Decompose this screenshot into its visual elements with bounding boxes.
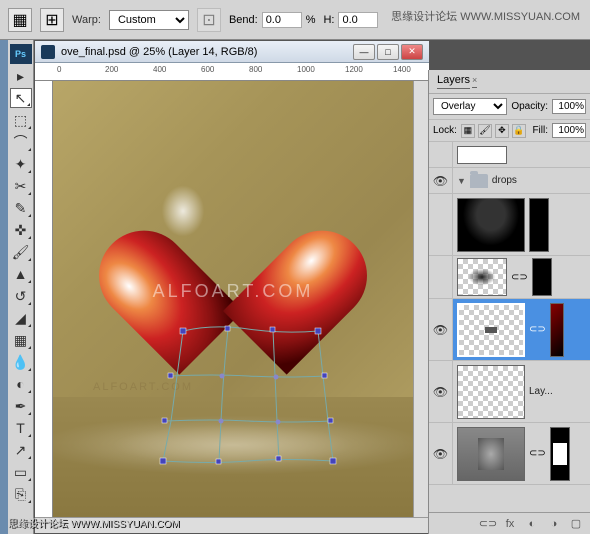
opacity-label: Opacity: [511, 101, 548, 112]
link-layers-icon[interactable]: ⊂⊃ [480, 516, 496, 532]
lock-position-icon[interactable]: ✥ [495, 124, 509, 138]
warp-transform-grid[interactable] [163, 326, 333, 466]
link-icon[interactable]: ⊂⊃ [511, 272, 528, 283]
expand-icon[interactable]: ▸ [10, 66, 32, 86]
path-tool[interactable]: ↗ [10, 440, 32, 460]
eyedropper-tool[interactable]: ✎ [10, 198, 32, 218]
tools-panel: Ps ▸ ↖ ⬚ ⌒ ✦ ✂ ✎ ✜ 🖌 ▲ ↺ ◢ ▦ 💧 ◐ ✒ T ↗ ▭… [8, 40, 34, 534]
transform-icon[interactable]: ▦ [8, 8, 32, 32]
layer-thumbnail[interactable] [457, 427, 525, 481]
layers-list[interactable]: 👁 ▼ drops ⊂⊃ 👁 [429, 142, 590, 512]
visibility-eye-icon[interactable]: 👁 [433, 174, 448, 188]
stamp-tool[interactable]: ▲ [10, 264, 32, 284]
fill-input[interactable] [552, 123, 586, 138]
layer-row[interactable]: 👁 Lay... [429, 361, 590, 423]
layer-fx-icon[interactable]: fx [502, 516, 518, 532]
h-input[interactable] [338, 12, 378, 28]
layer-thumbnail[interactable] [457, 258, 507, 296]
document-titlebar[interactable]: ove_final.psd @ 25% (Layer 14, RGB/8) — … [35, 41, 429, 63]
layer-group-row[interactable]: 👁 ▼ drops [429, 168, 590, 194]
layer-name: drops [492, 175, 517, 186]
ruler-horizontal[interactable]: 0 200 400 600 800 1000 1200 1400 [35, 63, 429, 81]
minimize-button[interactable]: — [353, 44, 375, 60]
fill-label: Fill: [532, 125, 548, 136]
history-brush-tool[interactable]: ↺ [10, 286, 32, 306]
document-title: ove_final.psd @ 25% (Layer 14, RGB/8) [61, 46, 257, 58]
layer-mask-thumbnail[interactable] [550, 427, 570, 481]
layer-mask-thumbnail[interactable] [529, 198, 549, 252]
layer-mask-thumbnail[interactable] [532, 258, 552, 296]
lock-all-icon[interactable]: 🔒 [512, 124, 526, 138]
wand-tool[interactable]: ✦ [10, 154, 32, 174]
visibility-eye-icon[interactable]: 👁 [433, 447, 448, 461]
layer-thumbnail[interactable] [457, 365, 525, 419]
type-tool[interactable]: T [10, 418, 32, 438]
layer-row[interactable]: 👁 ⊂⊃ [429, 423, 590, 485]
layer-name: Lay... [529, 386, 553, 397]
layers-panel-footer: ⊂⊃ fx ◐ ◑ ▢ [429, 512, 590, 534]
brush-tool[interactable]: 🖌 [10, 242, 32, 262]
ps-logo-icon[interactable]: Ps [10, 44, 32, 64]
new-group-icon[interactable]: ▢ [568, 516, 584, 532]
move-tool[interactable]: ↖ [10, 88, 32, 108]
layer-mask-thumbnail[interactable] [550, 303, 564, 357]
watermark-top: 思缘设计论坛 WWW.MISSYUAN.COM [391, 8, 580, 24]
blend-mode-select[interactable]: Overlay [433, 98, 507, 115]
document-window: ove_final.psd @ 25% (Layer 14, RGB/8) — … [34, 40, 430, 534]
link-icon[interactable]: ⊂⊃ [529, 324, 546, 335]
gradient-tool[interactable]: ▦ [10, 330, 32, 350]
layer-row[interactable] [429, 194, 590, 256]
warp-label: Warp: [72, 14, 101, 26]
healing-tool[interactable]: ✜ [10, 220, 32, 240]
shape-tool[interactable]: ▭ [10, 462, 32, 482]
crop-tool[interactable]: ✂ [10, 176, 32, 196]
dodge-tool[interactable]: ◐ [10, 374, 32, 394]
canvas[interactable]: ALFOART.COM ALFOART.COM [53, 81, 413, 517]
pen-tool[interactable]: ✒ [10, 396, 32, 416]
opacity-input[interactable] [552, 99, 586, 114]
notes-tool[interactable]: ⎘ [10, 484, 32, 504]
canvas-watermark: ALFOART.COM [153, 281, 314, 302]
options-bar: ▦ ⊞ Warp: Custom ⊡ Bend: % H: 思缘设计论坛 WWW… [0, 0, 590, 40]
folder-icon [470, 174, 488, 188]
ruler-vertical[interactable] [35, 81, 53, 517]
watermark-bottom: 思缘设计论坛 WWW.MISSYUAN.COM [8, 515, 180, 530]
warp-grid-icon[interactable]: ⊞ [40, 8, 64, 32]
close-button[interactable]: ✕ [401, 44, 423, 60]
lock-label: Lock: [433, 125, 457, 136]
layer-thumbnail[interactable] [457, 198, 525, 252]
bend-input[interactable] [262, 12, 302, 28]
eraser-tool[interactable]: ◢ [10, 308, 32, 328]
layers-panel: Layers× Overlay Opacity: Lock: ▦ 🖌 ✥ 🔒 F… [428, 70, 590, 534]
bend-label: Bend: [229, 14, 258, 26]
layer-row[interactable]: ⊂⊃ [429, 256, 590, 299]
maximize-button[interactable]: □ [377, 44, 399, 60]
layer-row-selected[interactable]: 👁 ⊂⊃ [429, 299, 590, 361]
visibility-eye-icon[interactable]: 👁 [433, 385, 448, 399]
adjustment-layer-icon[interactable]: ◑ [546, 516, 562, 532]
marquee-tool[interactable]: ⬚ [10, 110, 32, 130]
app-frame-left [0, 40, 8, 534]
warp-orientation-icon[interactable]: ⊡ [197, 8, 221, 32]
warp-style-select[interactable]: Custom [109, 10, 189, 30]
layer-thumbnail[interactable] [457, 303, 525, 357]
lock-transparency-icon[interactable]: ▦ [461, 124, 475, 138]
visibility-eye-icon[interactable]: 👁 [433, 323, 448, 337]
link-icon[interactable]: ⊂⊃ [529, 448, 546, 459]
heart-artwork [143, 171, 323, 331]
h-label: H: [323, 14, 334, 26]
scrollbar-vertical[interactable] [413, 81, 429, 517]
layer-row[interactable] [429, 142, 590, 168]
layer-mask-icon[interactable]: ◐ [524, 516, 540, 532]
lasso-tool[interactable]: ⌒ [10, 132, 32, 152]
group-collapse-icon[interactable]: ▼ [457, 176, 466, 186]
ps-doc-icon [41, 45, 55, 59]
lock-image-icon[interactable]: 🖌 [478, 124, 492, 138]
blur-tool[interactable]: 💧 [10, 352, 32, 372]
layers-tab[interactable]: Layers× [429, 70, 590, 94]
